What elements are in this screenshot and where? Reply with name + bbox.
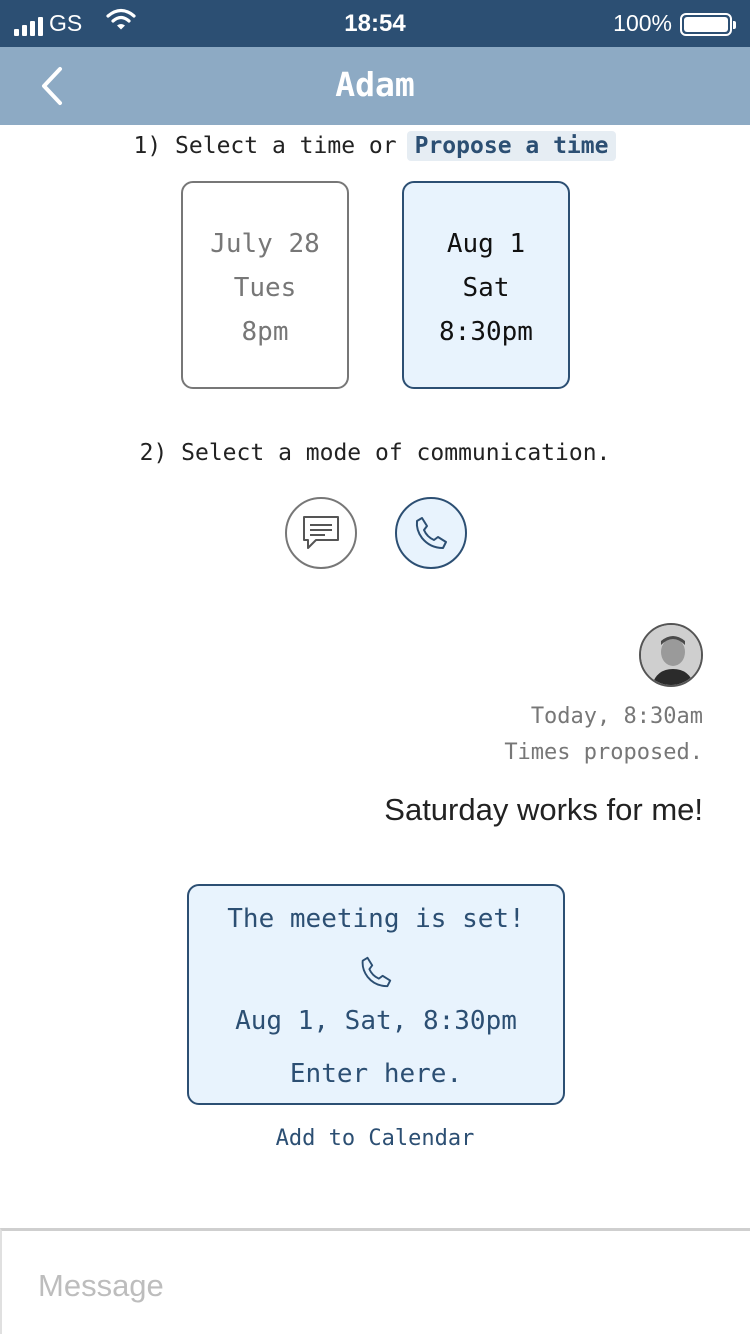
message-timestamp: Today, 8:30am — [530, 704, 703, 729]
message-text: Saturday works for me! — [384, 792, 703, 827]
confirmation-title: The meeting is set! — [227, 904, 525, 934]
message-status-note: Times proposed. — [504, 740, 703, 765]
battery-icon — [680, 13, 736, 36]
contact-name-title: Adam — [335, 65, 415, 104]
propose-time-button[interactable]: Propose a time — [406, 131, 617, 161]
confirmation-datetime: Aug 1, Sat, 8:30pm — [235, 1006, 517, 1036]
step2-heading: 2) Select a mode of communication. — [139, 440, 611, 466]
chat-bubble-icon — [303, 516, 339, 549]
slot-time: 8:30pm — [439, 317, 533, 347]
person-photo-icon — [641, 625, 701, 685]
nav-bar: Adam — [0, 47, 750, 125]
slot-day: Tues — [233, 273, 297, 303]
chat-mode-button[interactable] — [285, 497, 357, 569]
time-slot-option[interactable]: July 28 Tues 8pm — [181, 181, 349, 389]
enter-meeting-link[interactable]: Enter here. — [189, 1059, 563, 1089]
message-input[interactable] — [38, 1263, 718, 1309]
avatar — [639, 623, 703, 687]
meeting-confirmation-card[interactable]: The meeting is set! Aug 1, Sat, 8:30pm E… — [187, 884, 565, 1105]
slot-date: July 28 — [210, 229, 320, 259]
time-slot-option-selected[interactable]: Aug 1 Sat 8:30pm — [402, 181, 570, 389]
status-bar: GS 18:54 100% — [0, 0, 750, 47]
step1-label: 1) Select a time or — [133, 133, 397, 159]
phone-icon — [415, 517, 447, 549]
slot-date: Aug 1 — [446, 229, 526, 259]
phone-icon — [361, 956, 392, 988]
message-composer — [0, 1228, 750, 1334]
phone-mode-button[interactable] — [395, 497, 467, 569]
battery-percentage: 100% — [613, 10, 672, 36]
slot-time: 8pm — [241, 317, 289, 347]
add-to-calendar-link[interactable]: Add to Calendar — [0, 1126, 750, 1151]
step1-heading: 1) Select a time or Propose a time — [0, 131, 750, 161]
slot-day: Sat — [462, 273, 510, 303]
